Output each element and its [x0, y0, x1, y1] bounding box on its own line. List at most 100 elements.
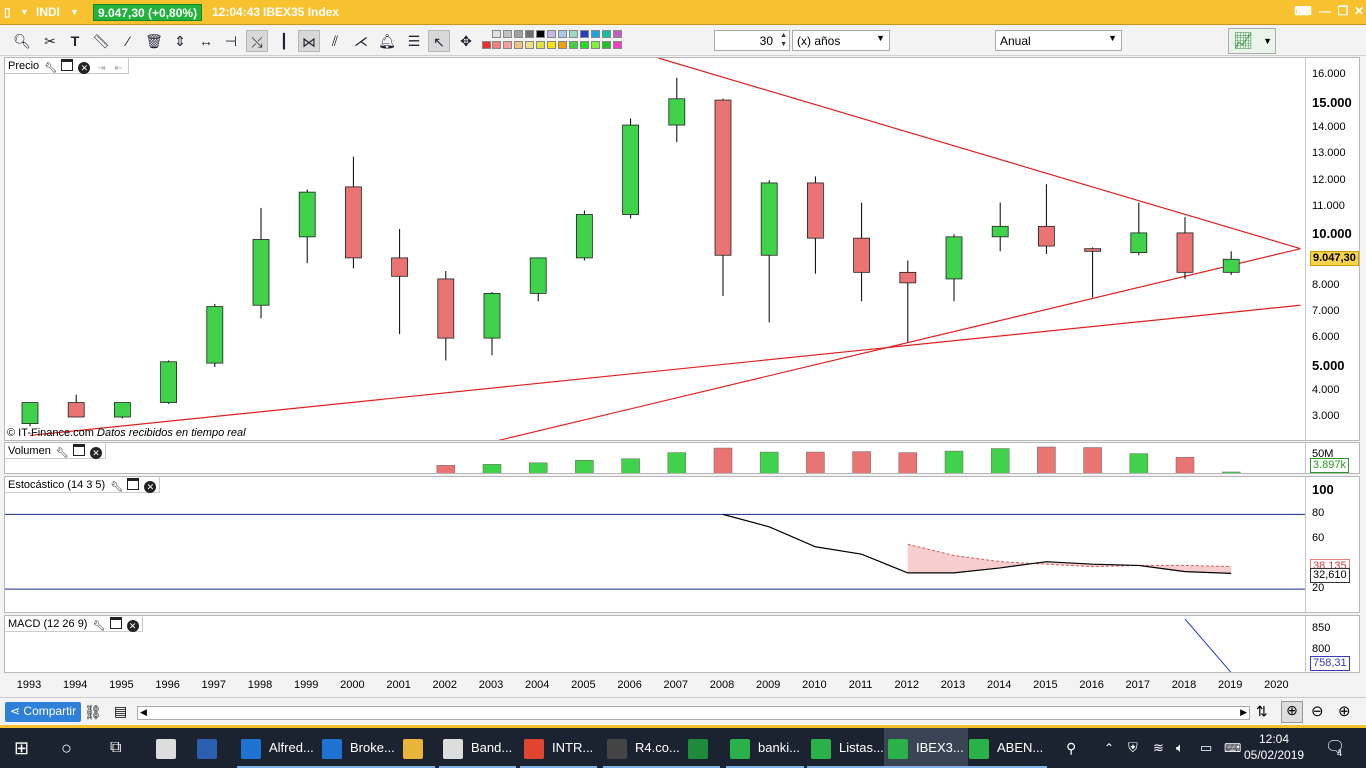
volume-bar[interactable]	[759, 451, 779, 474]
trendline-icon[interactable]: ⤯	[246, 30, 268, 52]
fan-tool-icon[interactable]: ⋈	[298, 30, 320, 52]
move-panel-icon[interactable]: ⇥	[95, 63, 107, 75]
stochastic-panel[interactable]: 100 80 60 20 38,135 32,610 Estocástico (14 …	[4, 476, 1360, 613]
cursor-icon[interactable]: ↖	[428, 30, 450, 52]
close-icon[interactable]: ✕	[126, 620, 139, 632]
taskbar-item[interactable]: ABEN...	[965, 728, 1048, 768]
wrench-icon[interactable]: 🔧︎	[44, 63, 57, 75]
taskbar-item[interactable]: Listas...	[807, 728, 888, 768]
maximize-icon[interactable]	[109, 617, 122, 629]
candle[interactable]	[391, 228, 409, 335]
zoom-fit-icon[interactable]: ⊕	[1281, 701, 1303, 723]
candle[interactable]	[807, 176, 824, 274]
auto-scale-icon[interactable]: ⇅	[1256, 703, 1268, 720]
horizontal-line-icon[interactable]: ⊣	[220, 30, 242, 52]
taskbar-item[interactable]	[399, 728, 435, 768]
store-icon[interactable]	[156, 728, 184, 768]
volume-bar[interactable]	[1221, 471, 1241, 474]
candle[interactable]	[67, 394, 85, 418]
close-icon[interactable]: ✕	[144, 481, 157, 493]
wifi-icon[interactable]: ≋	[1153, 728, 1164, 768]
candle[interactable]	[483, 292, 501, 356]
scroll-left-icon[interactable]: ◀	[140, 707, 147, 718]
color-palette[interactable]	[482, 30, 634, 52]
pitchfork-icon[interactable]: ⋌	[350, 30, 372, 52]
vertical-range-icon[interactable]: ⇕	[169, 30, 191, 52]
magnifier-icon[interactable]: 🔍︎	[11, 30, 33, 52]
taskbar-item[interactable]: Band...	[439, 728, 517, 768]
maximize-icon[interactable]	[61, 59, 74, 71]
maximize-icon[interactable]	[72, 444, 85, 456]
zoom-out-icon[interactable]: ⊖	[1311, 702, 1324, 720]
search-icon[interactable]: ○	[61, 728, 72, 768]
volume-chart[interactable]	[5, 443, 1360, 474]
timeframe-select[interactable]: Anual ▼	[995, 30, 1122, 51]
trendline[interactable]	[658, 58, 1301, 250]
app-icon[interactable]: ▯	[4, 5, 11, 19]
candle[interactable]	[1084, 247, 1101, 298]
close-icon[interactable]: ✕	[90, 447, 102, 459]
period-unit-select[interactable]: (x) años ▼	[792, 30, 890, 51]
volume-bar[interactable]	[1083, 447, 1102, 474]
candle[interactable]	[576, 210, 593, 261]
line-tool-icon[interactable]: ⁄	[117, 30, 139, 52]
volume-bar[interactable]	[1037, 446, 1056, 474]
zoom-in-icon[interactable]: ⊕	[1338, 702, 1351, 720]
taskbar-item[interactable]: IBEX3...	[884, 728, 968, 768]
period-input[interactable]: 30 ▲ ▼	[714, 30, 790, 51]
volume-icon[interactable]: 🔈︎	[1176, 728, 1184, 768]
candle[interactable]	[853, 202, 870, 302]
tools-icon[interactable]: ✂	[39, 30, 61, 52]
volume-bar[interactable]	[436, 465, 456, 474]
candle[interactable]	[344, 156, 362, 269]
notifications-icon[interactable]: 🗨︎	[1325, 728, 1345, 768]
candle[interactable]	[945, 234, 963, 302]
macd-line[interactable]	[1184, 618, 1232, 673]
candle[interactable]	[1038, 184, 1055, 254]
clock[interactable]: 12:04 05/02/2019	[1244, 731, 1304, 763]
candle[interactable]	[114, 402, 131, 419]
maximize-icon[interactable]	[127, 478, 140, 490]
volume-bar[interactable]	[990, 448, 1010, 474]
macd-chart[interactable]	[5, 616, 1360, 673]
price-panel[interactable]: 16.000 15.000 14.000 13.000 12.000 11.000 10.0…	[4, 57, 1360, 441]
trendline[interactable]	[492, 248, 1301, 441]
price-chart[interactable]	[5, 58, 1360, 441]
horizontal-range-icon[interactable]: ↔	[195, 30, 217, 52]
wrench-icon[interactable]: 🔧︎	[93, 621, 106, 633]
move-panel-icon[interactable]: ⇤	[113, 63, 125, 75]
volume-bar[interactable]	[944, 450, 964, 474]
people-icon[interactable]: ⚲	[1066, 728, 1076, 768]
taskbar-item[interactable]	[684, 728, 720, 768]
battery-icon[interactable]: ▭	[1200, 728, 1212, 768]
trendlines[interactable]	[29, 58, 1301, 441]
stochastic-chart[interactable]	[5, 477, 1360, 613]
chevron-down-icon[interactable]: ▼	[70, 7, 79, 17]
candle[interactable]	[298, 189, 316, 264]
wrench-icon[interactable]: 🔧︎	[110, 482, 123, 494]
volume-bar[interactable]	[528, 462, 548, 474]
candle[interactable]	[1176, 217, 1194, 279]
volume-bar[interactable]	[482, 464, 502, 474]
candle[interactable]	[1130, 202, 1148, 256]
ruler-icon[interactable]: 📏︎	[90, 30, 112, 52]
candle[interactable]	[437, 271, 455, 361]
vertical-line-icon[interactable]: ┃	[273, 30, 295, 52]
scroll-right-icon[interactable]: ▶	[1240, 707, 1247, 718]
task-view-icon[interactable]: ⧉	[110, 728, 121, 768]
language-icon[interactable]: ⌨	[1224, 728, 1241, 768]
close-icon[interactable]: ✕	[78, 62, 91, 74]
indicators-icon[interactable]: ☰	[403, 30, 425, 52]
horizontal-scrollbar[interactable]: ◀ ▶	[137, 706, 1250, 720]
macd-panel[interactable]: 850 800 758,31 MACD (12 26 9) 🔧︎ ✕	[4, 615, 1360, 673]
candle[interactable]	[991, 202, 1009, 252]
channel-tool-icon[interactable]: ⫽	[324, 30, 346, 52]
spin-down-icon[interactable]: ▼	[780, 41, 787, 48]
taskbar-item[interactable]: banki...	[726, 728, 804, 768]
volume-bar[interactable]	[1175, 456, 1195, 474]
candle[interactable]	[160, 360, 178, 404]
taskbar-item[interactable]: R4.co...	[603, 728, 684, 768]
share-button[interactable]: ⋖ Compartir	[5, 702, 82, 722]
text-tool-icon[interactable]: T	[64, 30, 86, 52]
chevron-down-icon[interactable]: ▼	[20, 7, 29, 17]
